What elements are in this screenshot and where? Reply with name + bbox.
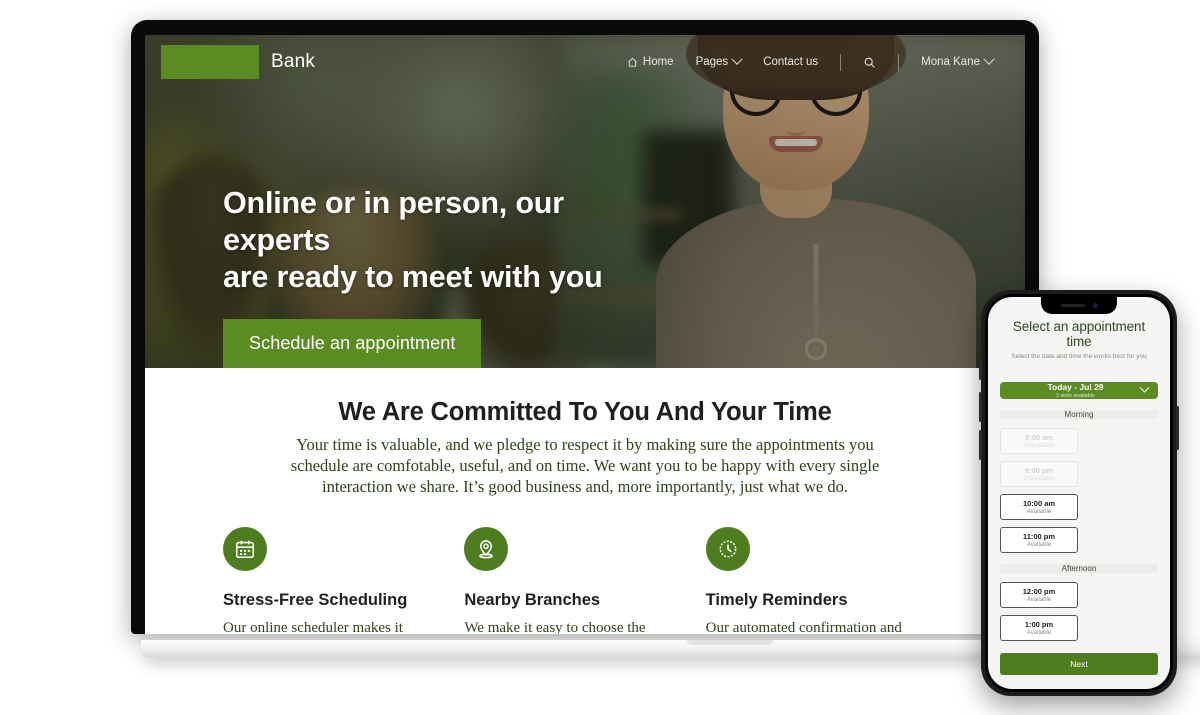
slot-time: 12:00 pm (1022, 587, 1056, 596)
schedule-appointment-button[interactable]: Schedule an appointment (223, 318, 482, 368)
silent-switch[interactable] (979, 362, 982, 380)
slot-time: 10:00 am (1022, 499, 1056, 508)
slot-grid-morning: 8:00 am Unavailable 9:00 pm Unavailable … (1000, 428, 1158, 553)
chevron-down-icon (1139, 382, 1150, 393)
feature-card-reminders: Timely Reminders Our automated confirmat… (705, 527, 947, 634)
hero-title-line2: are ready to meet with you (223, 260, 603, 295)
nav-item-contact-us[interactable]: Contact us (763, 56, 818, 68)
front-camera-icon (1092, 303, 1098, 308)
brand-name: Bank (271, 51, 316, 72)
search-icon[interactable] (863, 56, 876, 69)
calendar-icon-badge (223, 527, 267, 572)
next-button[interactable]: Next (1000, 653, 1158, 675)
selected-date: Today - Jul 29 (1047, 382, 1104, 392)
location-pin-icon-badge (464, 527, 509, 572)
clock-icon-badge (705, 527, 750, 572)
slot-state: Available (1026, 542, 1052, 548)
section-body: Your time is valuable, and we pledge to … (290, 435, 880, 497)
nav-links: Home Pages Contact us Mona Kane (627, 53, 1009, 71)
slot-grid-afternoon: 12:00 pm Available 1:00 pm Available 2:0… (1000, 582, 1158, 647)
time-slot[interactable]: 10:00 am Available (1000, 494, 1078, 520)
section-title: We Are Committed To You And Your Time (338, 398, 832, 426)
bank-logo (161, 45, 259, 79)
power-button[interactable] (1176, 406, 1179, 450)
date-selector-dropdown[interactable]: Today - Jul 29 3 slots available (1000, 382, 1158, 399)
time-slot: 8:00 am Unavailable (1000, 428, 1078, 454)
slot-state: Unavailable (1023, 476, 1055, 482)
nav-divider (840, 53, 842, 71)
feature-card-branches: Nearby Branches We make it easy to choos… (464, 527, 705, 634)
earpiece-speaker (1060, 304, 1085, 307)
feature-title: Nearby Branches (464, 591, 601, 610)
appointment-app: Select an appointment time Select the da… (988, 297, 1170, 647)
date-selector-labels: Today - Jul 29 3 slots available (1010, 382, 1141, 399)
home-icon (627, 57, 638, 68)
laptop-device: Bank Home Pages Contact us Mona Kane Onl… (131, 20, 1200, 658)
slots-available-count: 3 slots available (1055, 393, 1096, 399)
slot-state: Available (1026, 630, 1052, 636)
feature-text: Our online scheduler makes it easy to ge… (223, 620, 403, 634)
phone-device: Select an appointment time Select the da… (979, 290, 1179, 696)
section-header-afternoon: Afternoon (1000, 564, 1158, 573)
committed-section: We Are Committed To You And Your Time Yo… (145, 368, 1025, 634)
nav-item-pages[interactable]: Pages (695, 53, 743, 68)
app-subtitle: Select the date and time the works best … (1011, 353, 1147, 360)
volume-down-button[interactable] (979, 430, 982, 460)
account-menu[interactable]: Mona Kane (921, 53, 995, 68)
phone-screen: Select an appointment time Select the da… (988, 297, 1170, 689)
chevron-down-icon (731, 53, 743, 65)
time-slot[interactable]: 1:00 pm Available (1000, 615, 1078, 641)
hero-copy: Online or in person, our experts are rea… (223, 185, 653, 368)
site-navigation-bar: Bank Home Pages Contact us Mona Kane (145, 35, 1025, 89)
section-header-morning: Morning (1000, 410, 1158, 419)
time-slot[interactable]: 11:00 pm Available (1000, 527, 1078, 553)
app-footer: Next (988, 647, 1170, 689)
time-slot[interactable]: 12:00 pm Available (1000, 582, 1078, 608)
laptop-screen: Bank Home Pages Contact us Mona Kane Onl… (145, 35, 1025, 634)
time-slot: 9:00 pm Unavailable (1000, 461, 1078, 487)
hero-title-line1: Online or in person, our experts (223, 186, 564, 258)
laptop-base-notch (687, 640, 773, 645)
hero-title: Online or in person, our experts are rea… (223, 185, 653, 297)
phone-inner-bezel: Select an appointment time Select the da… (985, 294, 1173, 692)
app-title: Select an appointment time (1012, 319, 1146, 349)
slot-time: 9:00 pm (1024, 466, 1054, 475)
device-mockup-scene: Bank Home Pages Contact us Mona Kane Onl… (0, 0, 1200, 715)
feature-card-scheduling: Stress-Free Scheduling Our online schedu… (223, 527, 464, 634)
nav-divider-2 (898, 53, 900, 71)
feature-list: Stress-Free Scheduling Our online schedu… (145, 497, 1025, 634)
feature-title: Timely Reminders (705, 591, 848, 610)
slot-state: Unavailable (1023, 443, 1055, 449)
phone-frame: Select an appointment time Select the da… (979, 290, 1179, 696)
volume-up-button[interactable] (979, 392, 982, 422)
phone-notch (1041, 297, 1117, 314)
slot-time: 1:00 pm (1024, 620, 1054, 629)
slot-time: 11:00 pm (1022, 532, 1056, 541)
slot-time: 8:00 am (1025, 433, 1053, 442)
nav-item-home-label: Home (642, 56, 674, 68)
slot-state: Available (1026, 509, 1052, 515)
brand[interactable]: Bank (161, 45, 315, 79)
hero-section: Bank Home Pages Contact us Mona Kane Onl… (145, 35, 1025, 368)
slot-state: Available (1026, 597, 1052, 603)
feature-text: Our automated confirmation and reminder … (705, 620, 902, 634)
nav-item-pages-label: Pages (695, 56, 729, 68)
feature-title: Stress-Free Scheduling (223, 591, 408, 610)
chevron-down-icon (983, 53, 995, 65)
account-name: Mona Kane (921, 56, 980, 68)
feature-text: We make it easy to choose the location t… (464, 620, 646, 634)
nav-item-contact-us-label: Contact us (763, 56, 819, 68)
nav-item-home[interactable]: Home (627, 56, 674, 68)
